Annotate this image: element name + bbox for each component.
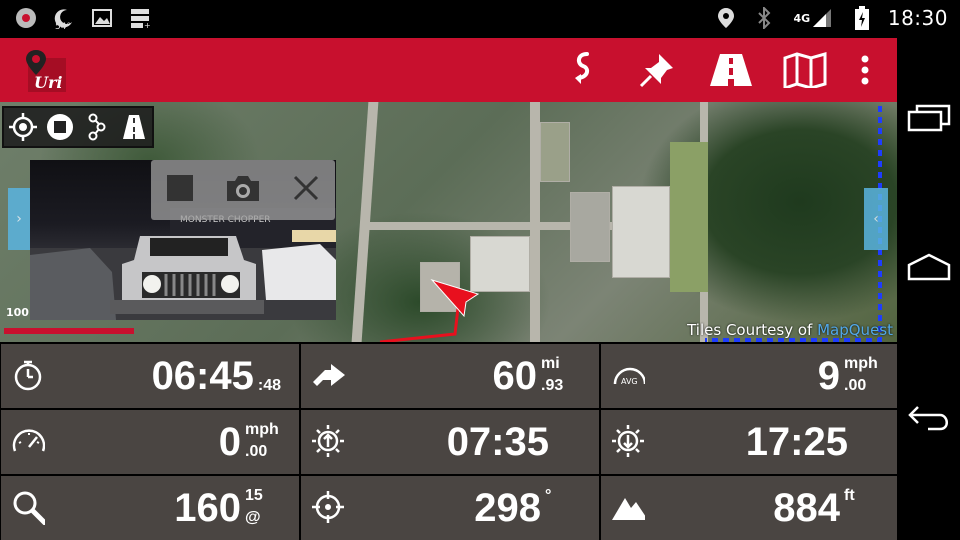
network-type-text: 4G [793,11,811,25]
camera-controls [151,160,335,220]
left-panel-tab[interactable]: › [8,188,30,250]
image-icon [90,6,114,30]
avg-gauge-icon: AVG [611,358,645,392]
pin-icon[interactable] [633,50,681,90]
distance-cell[interactable]: 60 mi .93 [301,344,599,408]
close-icon[interactable] [291,173,321,207]
app-bar: Uri [0,38,897,102]
heading-value: 298 [474,486,541,530]
road-icon[interactable] [707,50,755,90]
average-speed-unit: mph [844,355,878,372]
average-speed-decimal: .00 [844,377,867,394]
speedometer-icon [11,424,45,458]
home-icon[interactable] [905,248,953,288]
right-panel-tab[interactable]: ‹ [864,188,888,250]
distance-decimal: .93 [541,377,564,394]
logo-text: Uri [34,73,62,92]
locate-icon[interactable] [8,112,38,142]
altitude-unit: ft [844,487,855,504]
camera-icon[interactable] [224,173,262,207]
average-speed-value: 9 [817,354,840,398]
attribution-text: Tiles Courtesy of [687,321,813,339]
altitude-cell[interactable]: 884 ft [601,476,898,540]
stop-recording-icon[interactable] [165,173,195,207]
sunset-value: 17:25 [745,420,848,464]
current-speed-cell[interactable]: 0 mph .00 [1,410,299,474]
elapsed-time-value: 06:45 [151,354,254,398]
svg-text:+: + [144,21,151,29]
waypoints-icon[interactable] [82,112,112,142]
stopwatch-icon [11,358,45,392]
zoom-level-value: 160 [174,486,241,530]
direction-arrow-icon [311,358,345,392]
heading-cell[interactable]: 298 ° [301,476,599,540]
record-icon [14,6,38,30]
heading-unit: ° [545,487,552,504]
elapsed-time-seconds: :48 [257,377,281,394]
sunset-cell[interactable]: 17:25 [601,410,898,474]
road-mode-icon[interactable] [119,112,149,142]
map-attribution[interactable]: Tiles Courtesy of MapQuest [687,321,893,339]
storage-icon: + [128,6,152,30]
current-speed-decimal: .00 [245,443,268,460]
current-speed-value: 0 [218,420,241,464]
mapquest-link[interactable]: MapQuest [817,321,893,339]
system-nav-bar [897,38,960,540]
zoom-level-cell[interactable]: 160 15 @ [1,476,299,540]
camera-preview: MONSTER CHOPPER [30,160,336,320]
sunrise-icon [311,424,345,458]
stop-icon[interactable] [45,112,75,142]
map-toolbar [2,106,154,148]
zoom-label: 100 [6,306,29,319]
route-icon[interactable] [559,50,607,90]
overflow-menu-icon[interactable] [855,50,875,90]
chevron-left-icon: ‹ [873,211,879,227]
zoom-scale-bar [4,328,134,334]
sunrise-cell[interactable]: 07:35 [301,410,599,474]
bluetooth-icon [752,6,776,30]
altitude-value: 884 [773,486,840,530]
compass-icon [311,490,345,524]
status-bar: + 54° 4G 18:30 [0,0,960,38]
chevron-right-icon: › [16,211,22,227]
app-logo[interactable]: Uri [22,48,68,94]
app-screen: + 54° 4G 18:30 Uri › ‹ MONSTER CHOPPER 1… [0,0,960,540]
current-speed-unit: mph [245,421,279,438]
temperature-text: 54° [55,22,71,32]
signal-icon: 4G [790,6,836,30]
distance-unit: mi [541,355,560,372]
average-speed-cell[interactable]: AVG 9 mph .00 [601,344,898,408]
sunset-icon [611,424,645,458]
mountain-icon [611,490,645,524]
sunrise-value: 07:35 [446,420,549,464]
back-icon[interactable] [905,398,953,438]
zoom-level-top: 15 [245,487,263,504]
clock: 18:30 [887,6,948,30]
recent-apps-icon[interactable] [905,98,953,138]
svg-text:AVG: AVG [621,377,638,386]
position-arrow [430,279,480,318]
zoom-level-bottom: @ [245,509,261,526]
satellite-map[interactable]: › ‹ MONSTER CHOPPER 100 Tiles Courtesy o… [0,102,897,342]
map-icon[interactable] [781,50,829,90]
battery-icon [850,6,874,30]
distance-value: 60 [492,354,538,398]
location-icon [714,6,738,30]
magnifier-icon [11,490,45,525]
elapsed-time-cell[interactable]: 06:45 :48 [1,344,299,408]
trip-dashboard: 06:45 :48 60 mi .93 AVG 9 mph .00 0 mph … [0,342,898,540]
